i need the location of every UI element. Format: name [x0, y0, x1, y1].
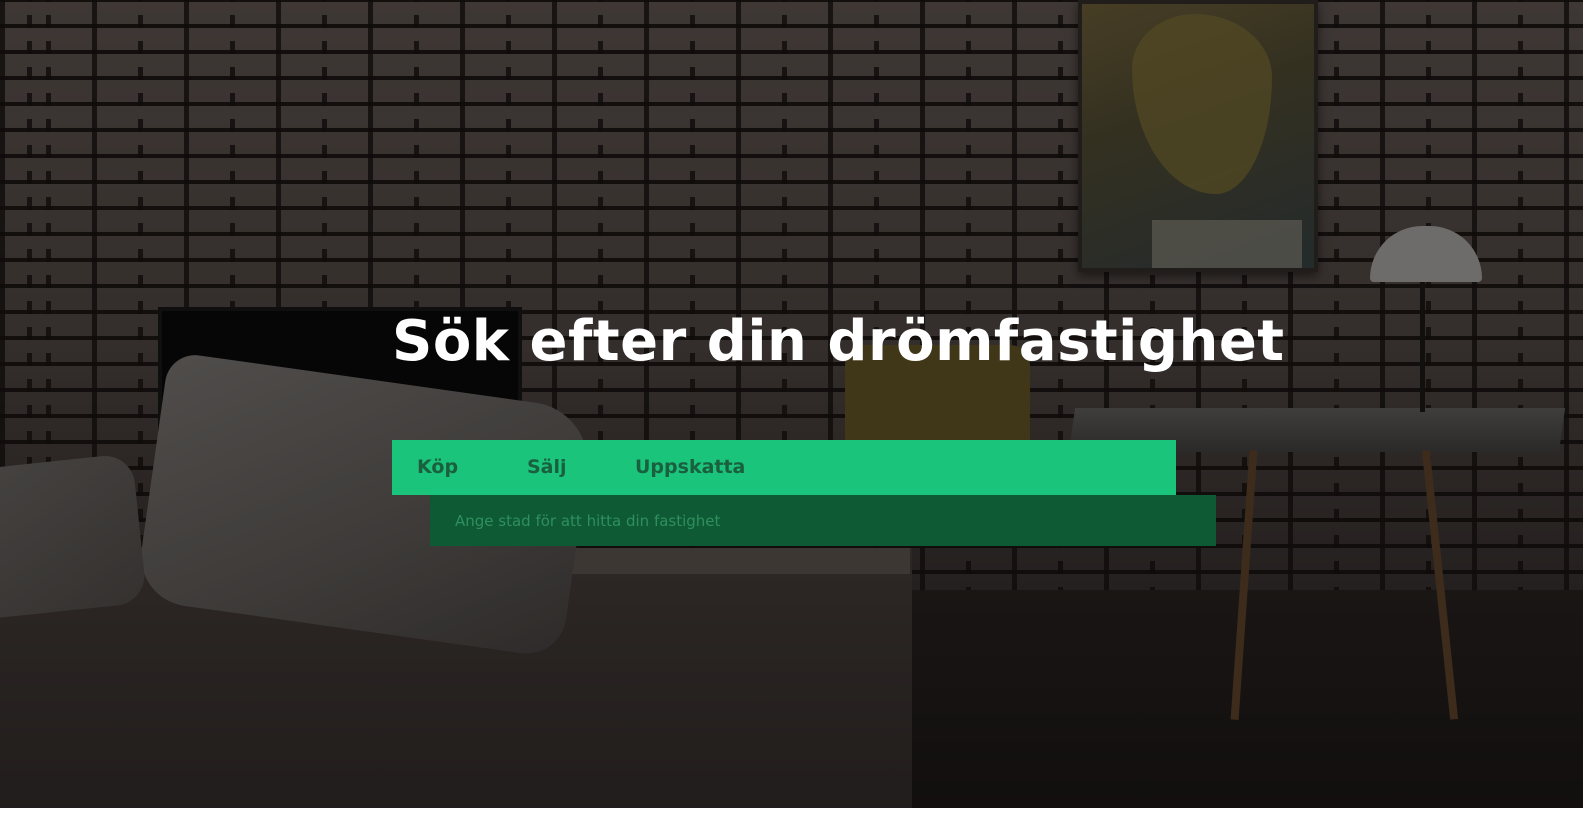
tab-estimate[interactable]: Uppskatta — [635, 440, 745, 495]
tab-buy[interactable]: Köp — [417, 440, 458, 495]
tab-sell[interactable]: Sälj — [527, 440, 567, 495]
page-title: Sök efter din drömfastighet — [392, 309, 1285, 374]
search-box — [430, 495, 1216, 546]
city-search-input[interactable] — [430, 495, 1216, 546]
dark-overlay — [0, 0, 1583, 808]
search-tab-bar: Köp Sälj Uppskatta — [392, 440, 1176, 495]
hero-section: Sök efter din drömfastighet Köp Sälj Upp… — [0, 0, 1583, 808]
